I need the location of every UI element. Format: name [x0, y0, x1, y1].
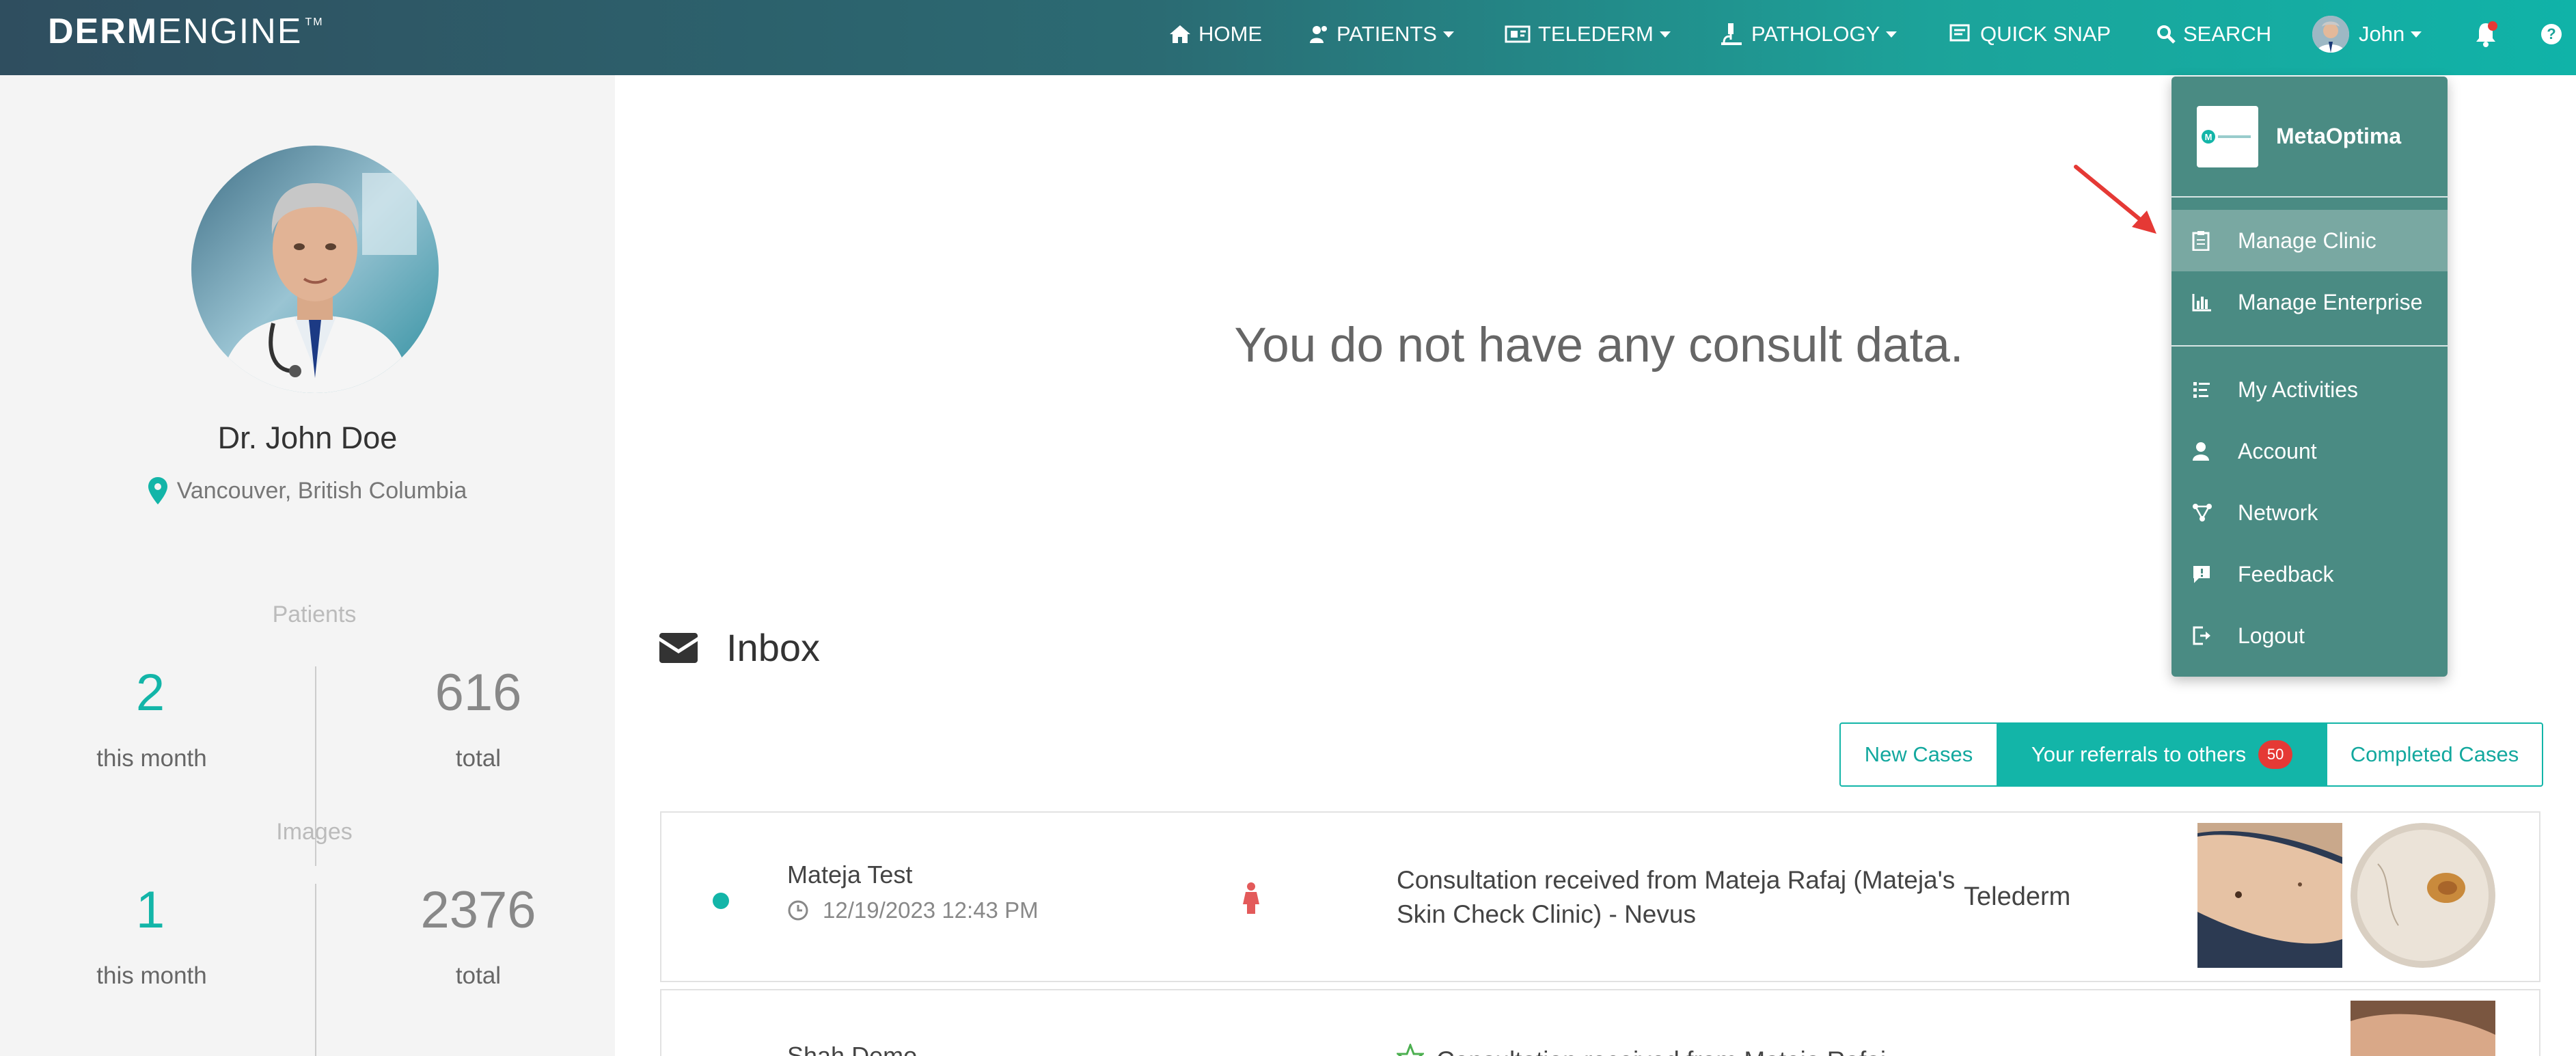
- case-row[interactable]: Mateja Test 12/19/2023 12:43 PM Consulta…: [660, 811, 2540, 982]
- network-icon: [2193, 504, 2212, 522]
- case-patient-name: Mateja Test: [787, 861, 913, 889]
- annotation-arrow: [2074, 165, 2156, 234]
- chevron-down-icon: [2411, 31, 2422, 38]
- chevron-down-icon: [1442, 31, 1454, 38]
- clock-icon: [788, 900, 808, 921]
- user-menu-toggle[interactable]: John: [2312, 0, 2422, 68]
- stats-divider: [315, 884, 316, 1056]
- patients-this-month: 2: [135, 664, 165, 722]
- svg-text:?: ?: [2547, 25, 2556, 42]
- bell-icon: [2476, 21, 2497, 47]
- microscope-icon: [1721, 23, 1742, 45]
- quick-snap-icon: [1949, 24, 1970, 42]
- chevron-down-icon: [1886, 31, 1897, 38]
- doctor-name: Dr. John Doe: [217, 420, 398, 455]
- inbox-heading: Inbox: [659, 625, 820, 670]
- doctor-location: Vancouver, British Columbia: [0, 477, 615, 504]
- nav-patients[interactable]: PATIENTS: [1309, 0, 1454, 68]
- case-description: Consultation received from Mateja Rafaj …: [1397, 866, 1956, 928]
- this-month-label: this month: [96, 962, 207, 989]
- list-icon: [2193, 382, 2210, 398]
- patients-heading: Patients: [272, 601, 357, 627]
- total-label: total: [455, 962, 502, 989]
- menu-item-account[interactable]: Account: [2171, 420, 2448, 482]
- chevron-down-icon: [1659, 31, 1671, 38]
- case-patient-name: Shah Demo: [787, 1042, 918, 1056]
- inbox-tabs: New Cases Your referrals to others 50 Co…: [1839, 722, 2543, 787]
- notifications-button[interactable]: [2474, 0, 2505, 68]
- home-icon: [1170, 25, 1190, 43]
- case-date: 12/19/2023 12:43 PM: [787, 897, 1039, 923]
- user-icon: [2193, 442, 2209, 461]
- telederm-icon: [1505, 25, 1531, 43]
- unread-indicator: [713, 893, 729, 909]
- menu-item-manage-enterprise[interactable]: Manage Enterprise: [2171, 271, 2448, 333]
- nav-quick-snap[interactable]: QUICK SNAP: [1949, 0, 2111, 68]
- referrals-count-badge: 50: [2258, 740, 2293, 769]
- this-month-label: this month: [96, 745, 207, 772]
- profile-photo: [191, 146, 439, 393]
- case-row[interactable]: Shah Demo Consultation received from Mat…: [660, 989, 2540, 1056]
- menu-item-feedback[interactable]: Feedback: [2171, 543, 2448, 605]
- case-thumbnail-clinical[interactable]: [2197, 823, 2342, 968]
- logout-icon: [2193, 626, 2210, 645]
- images-total: 2376: [420, 881, 536, 939]
- menu-item-manage-clinic[interactable]: Manage Clinic: [2171, 210, 2448, 271]
- clipboard-icon: [2192, 231, 2210, 251]
- map-pin-icon: [148, 477, 167, 504]
- top-navbar: DERM ENGINE TM HOME PATIENTS TELEDERM PATH…: [0, 0, 2576, 75]
- envelope-icon: [659, 632, 698, 663]
- patients-icon: [1310, 26, 1327, 43]
- menu-divider: [2171, 196, 2448, 198]
- menu-item-logout[interactable]: Logout: [2171, 605, 2448, 666]
- images-heading: Images: [276, 819, 353, 845]
- case-description: Consultation received from Mateja Rafaj: [1436, 1044, 1997, 1056]
- organization-header[interactable]: M MetaOptima: [2171, 77, 2448, 196]
- tab-referrals[interactable]: Your referrals to others 50: [1998, 722, 2326, 787]
- user-dropdown-menu: M MetaOptima Manage Clinic Manage Enterp…: [2171, 77, 2448, 677]
- organization-logo: M: [2197, 105, 2258, 167]
- nav-telederm[interactable]: TELEDERM: [1504, 0, 1671, 68]
- svg-text:M: M: [2205, 132, 2212, 142]
- nav-home[interactable]: HOME: [1168, 0, 1262, 68]
- menu-item-network[interactable]: Network: [2171, 482, 2448, 543]
- tab-new-cases[interactable]: New Cases: [1839, 722, 1998, 787]
- images-this-month: 1: [135, 881, 165, 939]
- profile-sidebar: Dr. John Doe Vancouver, British Columbia…: [0, 75, 615, 1056]
- case-thumbnail-clinical[interactable]: [2351, 1001, 2495, 1056]
- bar-chart-icon: [2192, 294, 2211, 312]
- avatar: [2312, 16, 2349, 53]
- case-type: Telederm: [1964, 882, 2071, 911]
- star-icon: [1395, 1042, 1426, 1056]
- menu-divider: [2171, 345, 2448, 347]
- dermengine-logo[interactable]: DERM ENGINE TM: [48, 11, 324, 66]
- total-label: total: [455, 745, 502, 772]
- help-button[interactable]: ?: [2540, 0, 2569, 68]
- search-icon: [2157, 25, 2176, 44]
- nav-search[interactable]: SEARCH: [2156, 0, 2271, 68]
- menu-item-my-activities[interactable]: My Activities: [2171, 359, 2448, 420]
- nav-pathology[interactable]: PATHOLOGY: [1718, 0, 1897, 68]
- tab-completed-cases[interactable]: Completed Cases: [2326, 722, 2543, 787]
- female-icon: [1242, 882, 1260, 917]
- feedback-icon: [2193, 566, 2210, 583]
- case-thumbnail-dermoscopic[interactable]: [2351, 823, 2495, 968]
- help-icon: ?: [2541, 24, 2562, 44]
- patients-total: 616: [435, 664, 522, 722]
